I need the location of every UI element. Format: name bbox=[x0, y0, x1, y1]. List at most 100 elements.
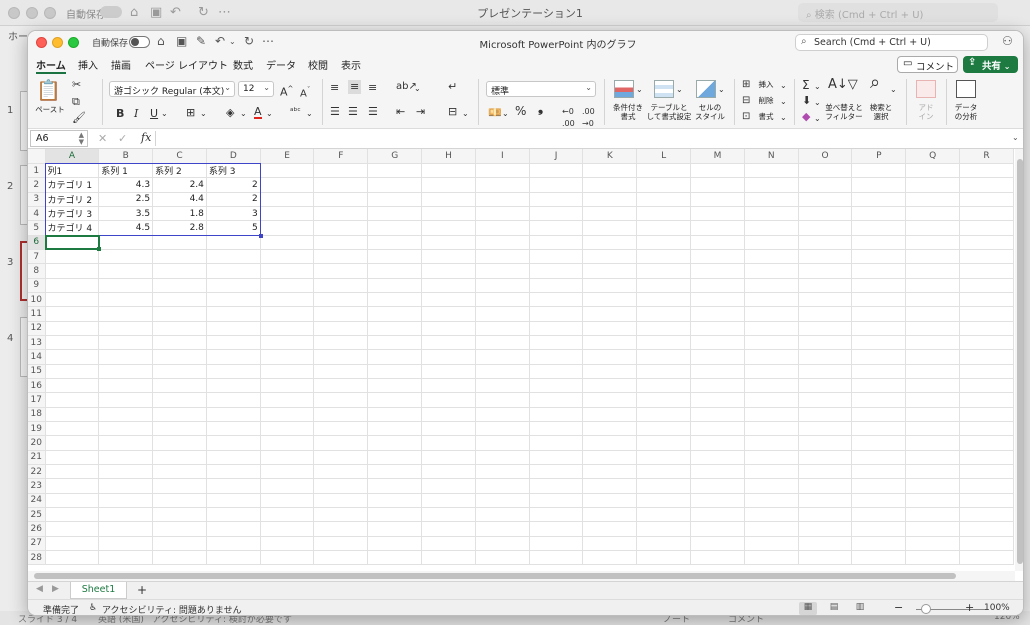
cell[interactable] bbox=[959, 550, 1014, 566]
cell[interactable] bbox=[98, 278, 154, 293]
delete-dropdown-icon[interactable]: ⌄ bbox=[780, 96, 787, 108]
cell[interactable] bbox=[313, 278, 369, 293]
cell[interactable] bbox=[421, 536, 476, 552]
analyze-data-icon[interactable] bbox=[956, 80, 976, 98]
cell[interactable] bbox=[313, 392, 369, 408]
conditional-format-icon[interactable] bbox=[614, 80, 634, 98]
align-bottom-icon[interactable]: ≡ bbox=[368, 82, 377, 94]
cell[interactable] bbox=[636, 507, 692, 523]
cell[interactable] bbox=[421, 407, 476, 423]
delete-cells-label[interactable]: 削除 bbox=[756, 96, 776, 105]
cell[interactable] bbox=[313, 263, 369, 279]
cell[interactable] bbox=[959, 378, 1014, 394]
cell[interactable] bbox=[959, 507, 1014, 523]
cell[interactable] bbox=[851, 392, 907, 408]
format-as-table-icon[interactable] bbox=[654, 80, 674, 98]
row-header[interactable]: 6 bbox=[28, 235, 46, 250]
row-header[interactable]: 16 bbox=[28, 378, 46, 394]
cell[interactable] bbox=[260, 177, 315, 193]
home-icon[interactable]: ⌂ bbox=[157, 34, 165, 48]
column-header[interactable]: A bbox=[45, 149, 100, 164]
cell[interactable] bbox=[744, 177, 799, 193]
ppt-save-icon[interactable]: ▣ bbox=[150, 5, 162, 20]
comment-button[interactable]: ▭ コメント bbox=[897, 56, 958, 73]
cell[interactable] bbox=[905, 407, 961, 423]
column-header[interactable]: N bbox=[744, 149, 799, 164]
column-header[interactable]: Q bbox=[905, 149, 961, 164]
cell[interactable] bbox=[959, 278, 1014, 293]
cell[interactable] bbox=[367, 220, 423, 236]
cell[interactable] bbox=[260, 450, 315, 466]
cell[interactable] bbox=[905, 263, 961, 279]
cell[interactable] bbox=[959, 163, 1014, 179]
cell[interactable] bbox=[798, 163, 853, 179]
cell[interactable] bbox=[45, 349, 100, 365]
column-header[interactable]: O bbox=[798, 149, 853, 164]
cell[interactable] bbox=[45, 507, 100, 523]
cell[interactable] bbox=[582, 335, 638, 351]
cell[interactable] bbox=[475, 306, 530, 322]
cell[interactable] bbox=[45, 493, 100, 509]
cell[interactable] bbox=[582, 278, 638, 293]
cell[interactable] bbox=[851, 220, 907, 236]
select-all-corner[interactable] bbox=[28, 149, 46, 164]
cell[interactable] bbox=[260, 392, 315, 408]
insert-cells-icon[interactable]: ⊞ bbox=[742, 79, 750, 91]
cell[interactable] bbox=[582, 392, 638, 408]
cell[interactable] bbox=[206, 235, 261, 250]
cell[interactable] bbox=[421, 278, 476, 293]
cell[interactable] bbox=[421, 493, 476, 509]
cell[interactable] bbox=[152, 493, 207, 509]
cell[interactable] bbox=[851, 349, 907, 365]
cell[interactable] bbox=[529, 450, 584, 466]
cell[interactable] bbox=[582, 507, 638, 523]
column-header[interactable]: M bbox=[690, 149, 745, 164]
cell[interactable] bbox=[152, 378, 207, 394]
cell[interactable] bbox=[636, 478, 692, 494]
cell[interactable] bbox=[98, 349, 154, 365]
cell[interactable] bbox=[529, 435, 584, 451]
align-right-icon[interactable]: ☰ bbox=[368, 106, 378, 118]
cell[interactable] bbox=[529, 335, 584, 351]
cell[interactable] bbox=[206, 450, 261, 466]
cell[interactable] bbox=[475, 464, 530, 480]
paste-icon[interactable]: 📋 bbox=[36, 79, 61, 101]
cell[interactable] bbox=[744, 464, 799, 480]
cell[interactable] bbox=[313, 464, 369, 480]
format-cells-label[interactable]: 書式 bbox=[756, 112, 776, 121]
cell[interactable] bbox=[260, 335, 315, 351]
cell[interactable] bbox=[636, 450, 692, 466]
cell[interactable] bbox=[851, 464, 907, 480]
cell[interactable] bbox=[206, 407, 261, 423]
cell[interactable] bbox=[798, 521, 853, 537]
close-button[interactable] bbox=[36, 37, 47, 48]
cell[interactable] bbox=[959, 493, 1014, 509]
font-color-dropdown-icon[interactable]: ⌄ bbox=[266, 108, 273, 120]
cell[interactable] bbox=[744, 378, 799, 394]
cell[interactable] bbox=[206, 306, 261, 322]
cell[interactable] bbox=[260, 421, 315, 437]
cell[interactable] bbox=[690, 521, 745, 537]
ppt-tab-home[interactable]: ホー bbox=[8, 28, 28, 43]
column-header[interactable]: G bbox=[367, 149, 423, 164]
cell[interactable] bbox=[582, 364, 638, 380]
cell[interactable] bbox=[260, 349, 315, 365]
accounting-format-icon[interactable]: 💴 bbox=[488, 107, 502, 119]
orientation-dropdown-icon[interactable]: ⌄ bbox=[414, 83, 421, 95]
cell[interactable] bbox=[421, 177, 476, 193]
cell[interactable] bbox=[744, 435, 799, 451]
cell[interactable] bbox=[959, 464, 1014, 480]
row-header[interactable]: 27 bbox=[28, 536, 46, 552]
cell[interactable] bbox=[582, 206, 638, 222]
cell[interactable]: 4.3 bbox=[98, 177, 154, 193]
cell[interactable] bbox=[98, 321, 154, 336]
cell[interactable] bbox=[421, 464, 476, 480]
column-header[interactable]: K bbox=[582, 149, 638, 164]
cell[interactable] bbox=[98, 263, 154, 279]
cell[interactable] bbox=[959, 450, 1014, 466]
cell[interactable] bbox=[45, 450, 100, 466]
column-header[interactable]: F bbox=[313, 149, 369, 164]
cell[interactable] bbox=[529, 407, 584, 423]
cell[interactable] bbox=[959, 249, 1014, 265]
cell[interactable] bbox=[905, 392, 961, 408]
